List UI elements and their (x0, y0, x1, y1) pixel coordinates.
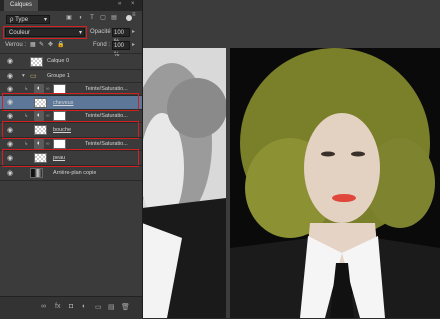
lock-all-icon[interactable]: 🔒 (57, 41, 64, 50)
delete-layer-icon[interactable]: 🗑 (121, 303, 130, 311)
layer-name: Teinte/Saturatio... (85, 141, 128, 147)
panel-bottom-toolbar: ∞ fx ◘ ◐ ▭ ▤ 🗑 (0, 296, 142, 319)
layer-filter-select[interactable]: ρ Type ▾ (6, 15, 50, 24)
new-group-icon[interactable]: ▭ (95, 303, 102, 311)
tab-calques[interactable]: Calques (4, 0, 39, 11)
layer-name: Teinte/Saturatio... (85, 86, 128, 92)
visibility-eye-icon[interactable]: ◉ (5, 85, 15, 93)
fx-icon[interactable]: fx (55, 303, 60, 310)
layer-thumbnail (30, 168, 43, 178)
expand-arrow-icon[interactable]: ▾ (22, 73, 25, 79)
filter-label: ρ Type (10, 17, 29, 23)
visibility-eye-icon[interactable]: ◉ (5, 112, 15, 120)
link-icon[interactable]: ∞ (46, 113, 50, 119)
layer-name: Teinte/Saturatio... (85, 113, 128, 119)
visibility-eye-icon[interactable]: ◉ (5, 57, 15, 65)
lock-pixels-icon[interactable]: ▦ (30, 41, 36, 50)
opacity-input[interactable]: 100 % (112, 28, 130, 45)
adjustment-filter-icon[interactable]: ◐ (78, 15, 84, 21)
layers-panel: Calques « × ≡ ρ Type ▾ ▣ ◐ T ▢ ▤ Couleur… (0, 0, 143, 319)
link-layers-icon[interactable]: ∞ (41, 303, 46, 310)
layer-row-groupe-1[interactable]: ◉ ▾ ▭ Groupe 1 (0, 69, 142, 82)
blend-mode-highlight (3, 26, 87, 39)
layer-name: Groupe 1 (47, 73, 70, 79)
clip-arrow-icon: ↳ (24, 113, 29, 119)
lock-move-icon[interactable]: ✥ (48, 41, 53, 50)
list-end-divider (0, 180, 142, 181)
photo-colorized (230, 48, 440, 318)
lock-paint-icon[interactable]: ✎ (39, 41, 44, 50)
fill-label: Fond : (93, 42, 111, 48)
fill-input[interactable]: 100 % (112, 41, 130, 58)
add-mask-icon[interactable]: ◘ (69, 303, 73, 310)
opacity-slider-arrow-icon[interactable]: ▸ (132, 28, 135, 37)
new-layer-icon[interactable]: ▤ (108, 303, 115, 311)
photo-original-bw (142, 48, 226, 318)
visibility-eye-icon[interactable]: ◉ (5, 140, 15, 148)
folder-icon: ▭ (30, 73, 37, 80)
close-icon[interactable]: × (131, 1, 135, 7)
link-icon[interactable]: ∞ (46, 141, 50, 147)
link-icon[interactable]: ∞ (46, 86, 50, 92)
text-filter-icon[interactable]: T (89, 15, 95, 21)
clip-arrow-icon: ↳ (24, 141, 29, 147)
layer-row-arriere-plan-copie[interactable]: ◉ Arrière-plan copie (0, 165, 142, 180)
image-filter-icon[interactable]: ▣ (66, 15, 72, 21)
layer-name: Arrière-plan copie (53, 170, 97, 176)
hue-saturation-icon: ◐ (34, 111, 44, 121)
visibility-eye-icon[interactable]: ◉ (5, 72, 15, 80)
layer-name: Calque 0 (47, 58, 70, 64)
shape-filter-icon[interactable]: ▢ (100, 15, 106, 21)
layer-thumbnail (30, 57, 43, 67)
hue-saturation-icon: ◐ (34, 139, 44, 149)
visibility-eye-icon[interactable]: ◉ (5, 169, 15, 177)
panel-menu-icon[interactable]: ≡ (132, 12, 136, 18)
layer-row-calque-0[interactable]: ◉ Calque 0 (0, 53, 142, 69)
collapse-icon[interactable]: « (118, 1, 121, 7)
layer-mask-thumbnail[interactable] (53, 139, 66, 149)
opacity-label: Opacité : (90, 29, 115, 35)
layer-mask-thumbnail[interactable] (53, 111, 66, 121)
clip-arrow-icon: ↳ (24, 86, 29, 92)
fill-slider-arrow-icon[interactable]: ▸ (132, 41, 135, 50)
chevron-down-icon: ▾ (43, 17, 47, 23)
filter-toggle-icon[interactable] (126, 15, 132, 21)
new-adjustment-icon[interactable]: ◐ (82, 303, 86, 310)
smart-object-filter-icon[interactable]: ▤ (111, 15, 117, 21)
panel-titlebar: Calques « × (0, 0, 142, 11)
lock-label: Verrou : (5, 42, 27, 48)
